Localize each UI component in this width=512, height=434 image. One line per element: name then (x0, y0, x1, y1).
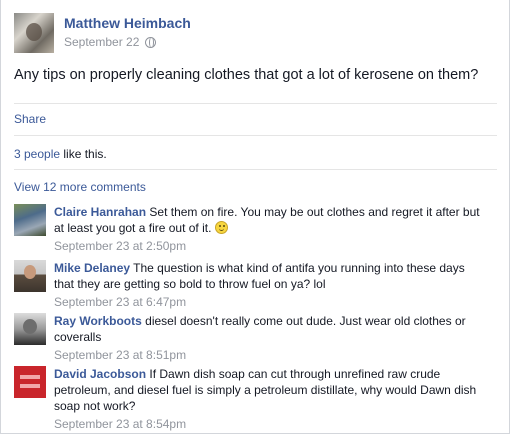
commenter-avatar[interactable] (14, 204, 46, 236)
commenter-avatar[interactable] (14, 366, 46, 398)
likes-summary: 3 people like this. (14, 147, 107, 161)
comment-body: David Jacobson If Dawn dish soap can cut… (54, 366, 484, 432)
author-avatar[interactable] (14, 13, 54, 53)
divider (14, 135, 497, 136)
comment-timestamp-link[interactable]: September 23 at 8:51pm (54, 347, 484, 363)
post-date-link[interactable]: September 22 (64, 35, 139, 49)
commenter-avatar[interactable] (14, 260, 46, 292)
commenter-name-link[interactable]: Claire Hanrahan (54, 205, 146, 219)
share-link[interactable]: Share (14, 112, 46, 126)
commenter-name-link[interactable]: Mike Delaney (54, 261, 130, 275)
author-name-link[interactable]: Matthew Heimbach (64, 15, 191, 31)
comment-body: Mike Delaney The question is what kind o… (54, 260, 484, 310)
commenter-avatar[interactable] (14, 313, 46, 345)
smiley-emoji-icon (214, 221, 228, 234)
commenter-name-link[interactable]: Ray Workboots (54, 314, 142, 328)
post-meta: September 22 (64, 35, 157, 49)
likes-people-link[interactable]: 3 people (14, 147, 60, 161)
post-text: Any tips on properly cleaning clothes th… (14, 67, 479, 83)
comment-body: Claire Hanrahan Set them on fire. You ma… (54, 204, 484, 254)
divider (14, 103, 497, 104)
commenter-name-link[interactable]: David Jacobson (54, 367, 146, 381)
comment-body: Ray Workboots diesel doesn't really come… (54, 313, 484, 363)
view-more-comments-link[interactable]: View 12 more comments (14, 180, 146, 194)
likes-suffix: like this. (60, 147, 107, 161)
comment-timestamp-link[interactable]: September 23 at 2:50pm (54, 238, 484, 254)
divider (14, 169, 497, 170)
comment-timestamp-link[interactable]: September 23 at 8:54pm (54, 416, 484, 432)
globe-icon[interactable] (145, 36, 157, 48)
feed-post: Matthew Heimbach September 22 Any tips o… (0, 0, 510, 434)
comment-timestamp-link[interactable]: September 23 at 6:47pm (54, 294, 484, 310)
